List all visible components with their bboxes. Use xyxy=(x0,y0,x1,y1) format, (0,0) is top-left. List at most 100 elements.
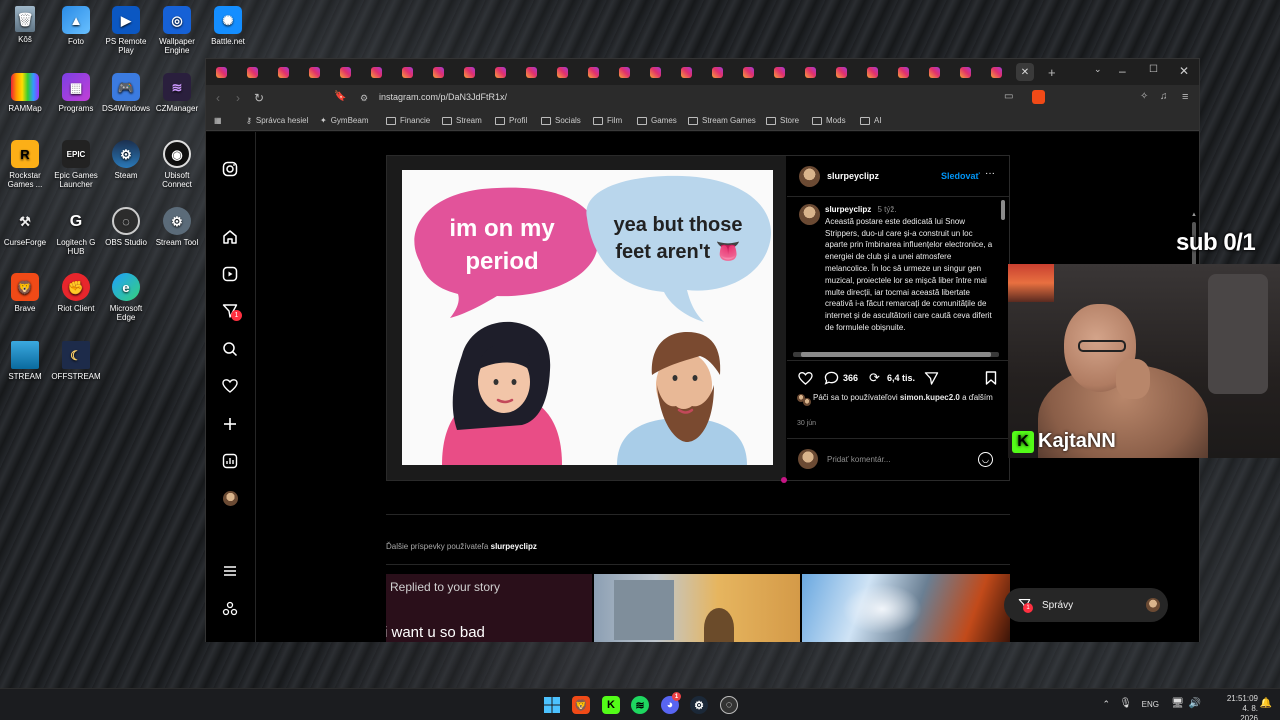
spotify-icon[interactable]: ≋ xyxy=(631,696,649,714)
instagram-tab-icon[interactable] xyxy=(681,66,692,78)
desktop-icon-recycle-bin[interactable]: 🗑 Kôš xyxy=(0,6,51,44)
caption-scrollbar-thumb[interactable] xyxy=(1001,200,1005,220)
input-language[interactable]: ENG xyxy=(1142,700,1159,709)
follow-button[interactable]: Sledovať xyxy=(941,171,980,181)
volume-icon[interactable]: 🔊 xyxy=(1189,698,1201,709)
comment-icon[interactable] xyxy=(824,371,839,390)
create-plus-icon[interactable] xyxy=(221,415,239,433)
instagram-tab-icon[interactable] xyxy=(619,66,630,78)
instagram-tab-icon[interactable] xyxy=(774,66,785,78)
author-avatar[interactable] xyxy=(799,166,820,187)
desktop-icon-ps-remote-play[interactable]: ▶ PS Remote Play xyxy=(100,6,152,55)
instagram-tab-icon[interactable] xyxy=(743,66,754,78)
instagram-tab-icon[interactable] xyxy=(433,66,444,78)
instagram-tab-icon[interactable] xyxy=(402,66,413,78)
instagram-tab-icon[interactable] xyxy=(247,66,258,78)
instagram-tab-icon[interactable] xyxy=(650,66,661,78)
messages-button[interactable]: 1 Správy xyxy=(1004,588,1168,622)
bookmark-icon[interactable]: 🔖 xyxy=(334,91,346,102)
desktop-icon-wallpaper-engine[interactable]: ◎ Wallpaper Engine xyxy=(151,6,203,55)
instagram-tab-icon[interactable] xyxy=(495,66,506,78)
desktop-icon-curseforge[interactable]: ⚒ CurseForge xyxy=(0,207,51,248)
microphone-icon[interactable]: 🎙 xyxy=(1119,698,1132,709)
instagram-tab-icon[interactable] xyxy=(278,66,289,78)
brave-shields-icon[interactable] xyxy=(1032,90,1045,104)
instagram-tab-icon[interactable] xyxy=(805,66,816,78)
tab-search-chevron-icon[interactable]: ⌄ xyxy=(1094,64,1102,75)
cast-icon[interactable]: ▭ xyxy=(1004,91,1013,102)
desktop-icon-riot[interactable]: ✊ Riot Client xyxy=(50,273,102,313)
desktop-icon-logitech[interactable]: G Logitech G HUB xyxy=(50,207,102,256)
desktop-icon-offstream[interactable]: ☾ OFFSTREAM xyxy=(50,341,102,381)
instagram-tab-icon[interactable] xyxy=(960,66,971,78)
desktop-icon-rockstar[interactable]: R Rockstar Games ... xyxy=(0,140,51,189)
steam-taskbar-icon[interactable]: ⚙ xyxy=(690,696,708,714)
desktop-icon-steam[interactable]: ⚙ Steam xyxy=(100,140,152,180)
more-post-thumbnail[interactable] xyxy=(802,574,1010,642)
desktop-icon-ds4windows[interactable]: 🎮 DS4Windows xyxy=(100,73,152,113)
profile-avatar[interactable] xyxy=(221,489,239,507)
new-tab-icon[interactable]: + xyxy=(1048,65,1056,80)
desktop-icon-brave[interactable]: 🦁 Brave xyxy=(0,273,51,313)
menu-icon[interactable]: ≡ xyxy=(1182,91,1188,103)
bookmark-folder[interactable]: AI xyxy=(860,116,882,125)
maximize-icon[interactable]: ☐ xyxy=(1149,64,1158,75)
desktop-icon-czmanager[interactable]: ≋ CZManager xyxy=(151,73,203,113)
minimize-icon[interactable]: – xyxy=(1119,64,1126,78)
desktop-icon-stream-tool[interactable]: ⚙ Stream Tool xyxy=(151,207,203,247)
kick-taskbar-icon[interactable]: K xyxy=(602,696,620,714)
more-post-thumbnail[interactable] xyxy=(594,574,800,642)
more-posts-username[interactable]: slurpeyclipz xyxy=(491,542,537,551)
tray-expand-chevron-icon[interactable]: ⌃ xyxy=(1102,699,1110,710)
share-icon[interactable] xyxy=(924,371,939,390)
save-bookmark-icon[interactable] xyxy=(985,371,997,390)
instagram-tab-icon[interactable] xyxy=(588,66,599,78)
bookmark-folder[interactable]: Film xyxy=(593,116,622,125)
bookmark-folder[interactable]: Stream xyxy=(442,116,482,125)
instagram-tab-icon[interactable] xyxy=(867,66,878,78)
bookmark-folder[interactable]: Stream Games xyxy=(688,116,756,125)
instagram-tab-icon[interactable] xyxy=(216,66,227,78)
brave-taskbar-icon[interactable]: 🦁 xyxy=(572,696,590,714)
desktop-icon-edge[interactable]: e Microsoft Edge xyxy=(100,273,152,322)
reels-icon[interactable] xyxy=(221,265,239,283)
more-post-thumbnail[interactable]: Replied to your story i want u so bad xyxy=(386,574,592,642)
caption-avatar[interactable] xyxy=(799,204,820,225)
dashboard-icon[interactable] xyxy=(221,452,239,470)
forward-icon[interactable]: › xyxy=(236,91,240,105)
instagram-tab-icon[interactable] xyxy=(991,66,1002,78)
bookmark-folder[interactable]: Store xyxy=(766,116,799,125)
bookmark-item[interactable]: ✦ GymBeam xyxy=(320,116,369,125)
network-icon[interactable]: 🖥 xyxy=(1171,698,1184,709)
back-icon[interactable]: ‹ xyxy=(216,91,220,105)
desktop-icon-photos[interactable]: ▲ Foto xyxy=(50,6,102,46)
author-username[interactable]: slurpeyclipz xyxy=(827,171,879,181)
desktop-icon-obs[interactable]: ◌ OBS Studio xyxy=(100,207,152,247)
desktop-icon-programs[interactable]: ▦ Programs xyxy=(50,73,102,113)
like-heart-icon[interactable] xyxy=(798,371,813,390)
more-options-icon[interactable]: ··· xyxy=(985,168,995,179)
instagram-tab-icon[interactable] xyxy=(464,66,475,78)
bookmark-item[interactable]: ⚷ Správca hesiel xyxy=(246,116,308,125)
instagram-tab-icon[interactable] xyxy=(526,66,537,78)
instagram-logo-icon[interactable] xyxy=(221,160,239,178)
meta-apps-icon[interactable] xyxy=(221,600,239,618)
meme-image[interactable]: im on my period yea but those feet aren'… xyxy=(402,170,773,465)
heart-icon[interactable] xyxy=(221,377,239,395)
instagram-tab-icon[interactable] xyxy=(929,66,940,78)
emoji-icon[interactable]: ◡ xyxy=(978,452,993,467)
notifications-bell-icon[interactable]: 🔔 xyxy=(1260,698,1272,709)
windows-start-icon[interactable] xyxy=(543,696,561,714)
direct-messages-icon[interactable]: 1 xyxy=(221,302,242,321)
bookmark-folder[interactable]: Socials xyxy=(541,116,581,125)
obs-taskbar-icon[interactable]: ◌ xyxy=(720,696,738,714)
instagram-tab-icon[interactable] xyxy=(557,66,568,78)
instagram-tab-icon[interactable] xyxy=(836,66,847,78)
bookmark-folder[interactable]: Games xyxy=(637,116,677,125)
horizontal-scrollbar-thumb[interactable] xyxy=(801,352,991,357)
close-tab-icon[interactable]: ✕ xyxy=(1016,63,1034,81)
horizontal-scrollbar[interactable] xyxy=(793,352,999,357)
desktop-icon-rammap[interactable]: RAMMap xyxy=(0,73,51,113)
bookmark-folder[interactable]: Profil xyxy=(495,116,527,125)
instagram-tab-icon[interactable] xyxy=(898,66,909,78)
